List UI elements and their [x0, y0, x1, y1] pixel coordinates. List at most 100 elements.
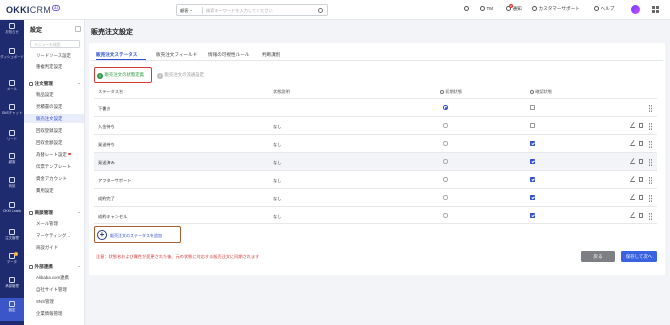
help-label: ヘルプ: [600, 6, 615, 11]
confirm-state-checkbox[interactable]: [530, 195, 535, 200]
new-dot: [68, 152, 71, 155]
okki-crm-logo[interactable]: OKKICRM AI: [6, 5, 61, 15]
sidebar-item-product[interactable]: 製品設定: [24, 90, 84, 99]
notification-count-badge: 2: [509, 4, 513, 8]
drag-handle-icon[interactable]: [649, 122, 652, 130]
collapse-sidebar-icon[interactable]: [75, 26, 81, 32]
notification-button[interactable]: 2 通知: [506, 4, 522, 12]
sidebar-group-business[interactable]: 商談管理: [24, 208, 84, 217]
sidebar-item-document-template[interactable]: 伝票テンプレート: [24, 162, 84, 171]
drag-handle-icon[interactable]: [649, 176, 652, 184]
sidebar-item-alibaba[interactable]: Alibaba.com連携: [24, 273, 84, 282]
save-and-next-button[interactable]: 保存して次へ: [621, 251, 657, 262]
user-initials: TM: [486, 6, 494, 11]
sidebar-item-sns[interactable]: SNS管理: [24, 297, 84, 306]
tab-judgment[interactable]: 判断識別: [262, 52, 280, 58]
step-2-flow-settings[interactable]: 2 販売注文の流通設定: [157, 72, 204, 79]
nav-item-approvals[interactable]: 承認管理: [0, 274, 24, 297]
trash-icon[interactable]: [639, 194, 643, 200]
sidebar-item-fund-account[interactable]: 資金アカウント: [24, 174, 84, 183]
sidebar-search-input[interactable]: メニューを検索: [30, 40, 80, 48]
tab-visibility-rules[interactable]: 情報の可視性ルール: [208, 52, 249, 58]
table-row: アフターサポート なし: [94, 170, 657, 188]
drag-handle-icon[interactable]: [649, 212, 652, 220]
sidebar-item-sales-order[interactable]: 販売注文設定: [24, 114, 84, 123]
initial-state-radio[interactable]: [443, 105, 448, 110]
initial-state-radio[interactable]: [443, 195, 448, 200]
status-description: なし: [273, 213, 282, 219]
okki-leads-icon: [9, 202, 15, 208]
edit-icon[interactable]: [630, 123, 635, 128]
avatar[interactable]: [631, 5, 640, 14]
trash-icon[interactable]: [639, 212, 643, 218]
initial-state-radio[interactable]: [443, 123, 448, 128]
sidebar-item-marketing[interactable]: マーケティング...: [24, 231, 84, 240]
trash-icon[interactable]: [639, 140, 643, 146]
customer-support-link[interactable]: カスタマーサポート: [532, 6, 580, 12]
sidebar-item-expense[interactable]: 費用設定: [24, 186, 84, 195]
sidebar-group-external[interactable]: 外部連携: [24, 262, 84, 271]
sidebar-item-deal-guide[interactable]: 商談ガイド: [24, 243, 84, 252]
trash-icon[interactable]: [639, 158, 643, 164]
initial-state-radio[interactable]: [443, 141, 448, 146]
sidebar-item-collection-amount[interactable]: 回収金額設定: [24, 138, 84, 147]
nav-item-dashboard[interactable]: ダッシュボード: [0, 45, 24, 68]
search-icon[interactable]: [318, 7, 323, 13]
step-number: 1: [97, 72, 103, 79]
nav-item-data[interactable]: 3 データ: [0, 250, 24, 273]
confirm-state-checkbox[interactable]: [530, 123, 535, 128]
nav-item-mail[interactable]: メール: [0, 77, 24, 100]
confirm-state-checkbox[interactable]: [530, 141, 535, 146]
user-switch[interactable]: TM: [480, 6, 493, 11]
plus-circle-icon: +: [97, 229, 107, 240]
edit-icon[interactable]: [630, 141, 635, 146]
add-status-button[interactable]: + 販売注文のステータスを追加: [94, 226, 181, 243]
sidebar-group-orders[interactable]: 注文管理: [24, 79, 84, 88]
drag-handle-icon[interactable]: [649, 140, 652, 148]
drag-handle-icon[interactable]: [649, 194, 652, 202]
sidebar-item-quotation[interactable]: 見積書の設定: [24, 102, 84, 111]
nav-item-customers[interactable]: 顧客: [0, 150, 24, 173]
confirm-state-checkbox[interactable]: [530, 105, 535, 110]
initial-state-radio[interactable]: [443, 159, 448, 164]
sidebar-item-duplicate-check[interactable]: 重複判定設定: [24, 62, 84, 71]
sidebar-item-lead-source[interactable]: リードソース設定: [24, 51, 84, 60]
sidebar-item-collection-registration[interactable]: 回収登録設定: [24, 126, 84, 135]
apps-grid-icon[interactable]: [652, 6, 659, 13]
nav-item-sns-chat[interactable]: SNSチャット: [0, 101, 24, 124]
confirm-state-checkbox[interactable]: [530, 177, 535, 182]
drag-handle-icon[interactable]: [649, 158, 652, 166]
sidebar-item-mail-management[interactable]: メール管理: [24, 219, 84, 228]
drag-handle-icon[interactable]: [649, 104, 652, 112]
sidebar-item-own-site[interactable]: 自社サイト管理: [24, 285, 84, 294]
step-1-define-states[interactable]: 1 販売注文の状態定義: [97, 72, 144, 79]
nav-item-order-management[interactable]: 注文管理: [0, 226, 24, 249]
table-row: 発送済み なし: [94, 152, 657, 170]
edit-icon[interactable]: [630, 195, 635, 200]
search-input[interactable]: 検索キーワードを入力してください: [206, 8, 273, 14]
initial-state-radio[interactable]: [443, 177, 448, 182]
trash-icon[interactable]: [639, 176, 643, 182]
sidebar-item-exchange-rate[interactable]: 為替レート設定: [24, 150, 84, 159]
tab-sales-order-status[interactable]: 販売注文ステータス: [96, 52, 137, 58]
tab-sales-order-fields[interactable]: 販売注文フィールド: [156, 52, 197, 58]
help-link[interactable]: ヘルプ: [594, 6, 614, 12]
edit-icon[interactable]: [630, 177, 635, 182]
initial-state-radio[interactable]: [443, 213, 448, 218]
search-scope-select[interactable]: 顧客: [180, 8, 193, 14]
back-button[interactable]: 戻る: [581, 251, 615, 262]
global-search[interactable]: 顧客 検索キーワードを入力してください: [176, 4, 328, 16]
settings-gear-icon[interactable]: [464, 6, 471, 11]
edit-icon[interactable]: [630, 213, 635, 218]
nav-item-deals[interactable]: 商談: [0, 174, 24, 197]
edit-icon[interactable]: [630, 159, 635, 164]
nav-item-leads[interactable]: リード: [0, 127, 24, 150]
order-group-icon: [29, 81, 33, 86]
nav-item-announcements[interactable]: お知らせ: [0, 20, 24, 43]
confirm-state-checkbox[interactable]: [530, 213, 535, 218]
nav-item-okki-leads[interactable]: OKKI Leads: [0, 199, 24, 222]
sidebar-item-company-info[interactable]: 企業情報管理: [24, 309, 84, 318]
trash-icon[interactable]: [639, 122, 643, 128]
confirm-state-checkbox[interactable]: [530, 159, 535, 164]
nav-item-settings[interactable]: 設定: [0, 298, 24, 321]
